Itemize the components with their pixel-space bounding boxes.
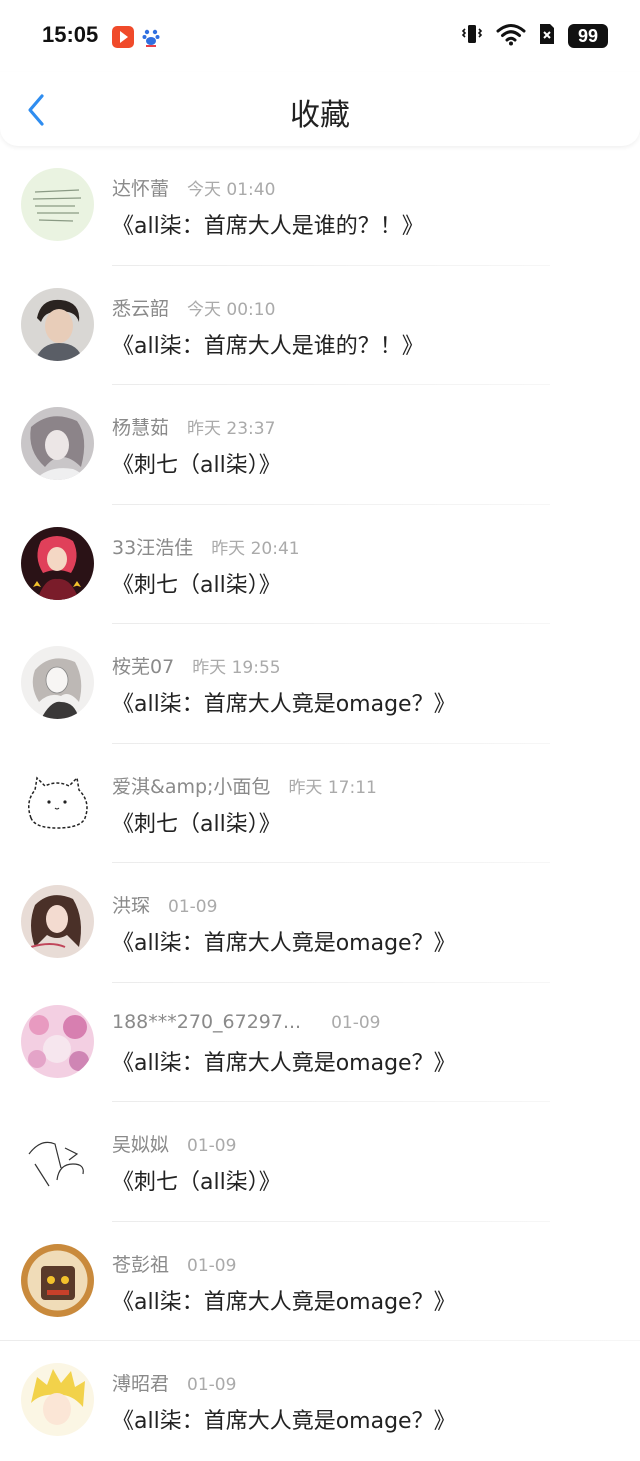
time-stamp: 昨天 19:55	[192, 658, 281, 678]
item-title[interactable]: 《刺七（all柒）》	[112, 447, 281, 479]
status-time: 15:05	[42, 22, 99, 47]
list-item[interactable]: 杨慧茹 昨天 23:37 《刺七（all柒）》	[0, 385, 640, 505]
video-app-icon	[112, 26, 134, 48]
item-meta: 杨慧茹 昨天 23:37	[112, 413, 275, 440]
item-title[interactable]: 《all柒：首席大人是谁的？！》	[112, 328, 424, 360]
item-title[interactable]: 《all柒：首席大人是谁的？！》	[112, 208, 424, 240]
line-drawing-avatar[interactable]	[21, 1124, 94, 1197]
cartoon-badge-avatar[interactable]	[21, 1243, 94, 1317]
item-title[interactable]: 《刺七（all柒）》	[112, 567, 281, 599]
item-meta: 悉云韶 今天 00:10	[112, 294, 275, 321]
list-item[interactable]: 桉芜07 昨天 19:55 《all柒：首席大人竟是omage？》	[0, 624, 640, 744]
item-title[interactable]: 《刺七（all柒）》	[112, 806, 281, 838]
time-stamp: 昨天 20:41	[211, 538, 300, 559]
blonde-anime-avatar[interactable]	[21, 1363, 94, 1436]
user-name: 杨慧茹	[112, 417, 170, 439]
girl-photo-avatar[interactable]	[21, 885, 94, 958]
user-name: 吴姒姒	[112, 1134, 170, 1156]
list-item[interactable]: 188***270_67297... 01-09 《all柒：首席大人竟是oma…	[0, 983, 640, 1102]
favorites-list: 达怀蕾 今天 01:40 《all柒：首席大人是谁的？！》 悉云韶 今天 00:…	[0, 146, 640, 1461]
vibrate-icon	[460, 22, 484, 50]
anime-girl-gray-avatar[interactable]	[21, 407, 94, 480]
time-stamp: 01-09	[187, 1375, 237, 1395]
young-man-photo-avatar[interactable]	[21, 287, 94, 361]
list-item[interactable]: 洪琛 01-09 《all柒：首席大人竟是omage？》	[0, 863, 640, 983]
pink-anime-avatar[interactable]	[21, 1004, 94, 1078]
list-item[interactable]: 爱淇&amp;小面包 昨天 17:11 《刺七（all柒）》	[0, 744, 640, 863]
list-item[interactable]: 悉云韶 今天 00:10 《all柒：首席大人是谁的？！》	[0, 266, 640, 385]
user-name: 188***270_67297...	[112, 1010, 302, 1033]
nav-header: 收藏	[0, 72, 640, 146]
time-stamp: 昨天 17:11	[288, 777, 377, 798]
user-name: 悉云韶	[112, 297, 170, 320]
user-name: 苍彭祖	[112, 1253, 170, 1276]
item-title[interactable]: 《all柒：首席大人竟是omage？》	[112, 1284, 456, 1316]
item-title[interactable]: 《all柒：首席大人竟是omage？》	[112, 686, 456, 718]
item-meta: 188***270_67297... 01-09	[112, 1011, 381, 1033]
handwriting-note-avatar[interactable]	[21, 168, 94, 241]
user-name: 33汪浩佳	[112, 536, 194, 559]
user-name: 洪琛	[112, 895, 151, 917]
page-title: 收藏	[290, 98, 350, 133]
wifi-icon	[496, 22, 526, 50]
baidu-paw-icon	[142, 26, 160, 48]
item-meta: 洪琛 01-09	[112, 891, 217, 918]
item-meta: 苍彭祖 01-09	[112, 1250, 236, 1277]
time-stamp: 今天 00:10	[187, 299, 276, 320]
time-stamp: 01-09	[168, 897, 218, 917]
status-bar: 15:05 99	[0, 0, 640, 72]
list-item[interactable]: 苍彭祖 01-09 《all柒：首席大人竟是omage？》	[0, 1222, 640, 1341]
sim-x-icon	[538, 22, 556, 50]
time-stamp: 01-09	[331, 1012, 381, 1033]
list-item[interactable]: 吴姒姒 01-09 《刺七（all柒）》	[0, 1102, 640, 1222]
item-title[interactable]: 《all柒：首席大人竟是omage？》	[112, 1045, 456, 1077]
item-meta: 吴姒姒 01-09	[112, 1130, 236, 1157]
user-name: 桉芜07	[112, 656, 175, 678]
user-name: 达怀蕾	[112, 178, 170, 200]
time-stamp: 今天 01:40	[187, 180, 276, 200]
item-meta: 爱淇&amp;小面包 昨天 17:11	[112, 772, 377, 799]
user-name: 爱淇&amp;小面包	[112, 775, 271, 798]
anime-red-character-avatar[interactable]	[21, 526, 94, 600]
user-name: 溥昭君	[112, 1373, 170, 1395]
item-meta: 溥昭君 01-09	[112, 1369, 236, 1396]
battery-icon: 99	[568, 24, 608, 48]
sketch-girl-avatar[interactable]	[21, 646, 94, 719]
white-cat-sketch-avatar[interactable]	[21, 765, 94, 839]
item-title[interactable]: 《all柒：首席大人竟是omage？》	[112, 1403, 456, 1435]
status-icons: 99	[460, 22, 608, 50]
item-meta: 桉芜07 昨天 19:55	[112, 652, 281, 679]
list-item[interactable]: 溥昭君 01-09 《all柒：首席大人竟是omage？》	[0, 1341, 640, 1461]
list-item[interactable]: 达怀蕾 今天 01:40 《all柒：首席大人是谁的？！》	[0, 146, 640, 266]
item-meta: 达怀蕾 今天 01:40	[112, 174, 275, 201]
item-title[interactable]: 《all柒：首席大人竟是omage？》	[112, 925, 456, 957]
item-meta: 33汪浩佳 昨天 20:41	[112, 533, 300, 560]
time-stamp: 昨天 23:37	[187, 419, 276, 439]
time-stamp: 01-09	[187, 1136, 237, 1156]
list-item[interactable]: 33汪浩佳 昨天 20:41 《刺七（all柒）》	[0, 505, 640, 624]
item-title[interactable]: 《刺七（all柒）》	[112, 1164, 281, 1196]
time-stamp: 01-09	[187, 1255, 237, 1276]
